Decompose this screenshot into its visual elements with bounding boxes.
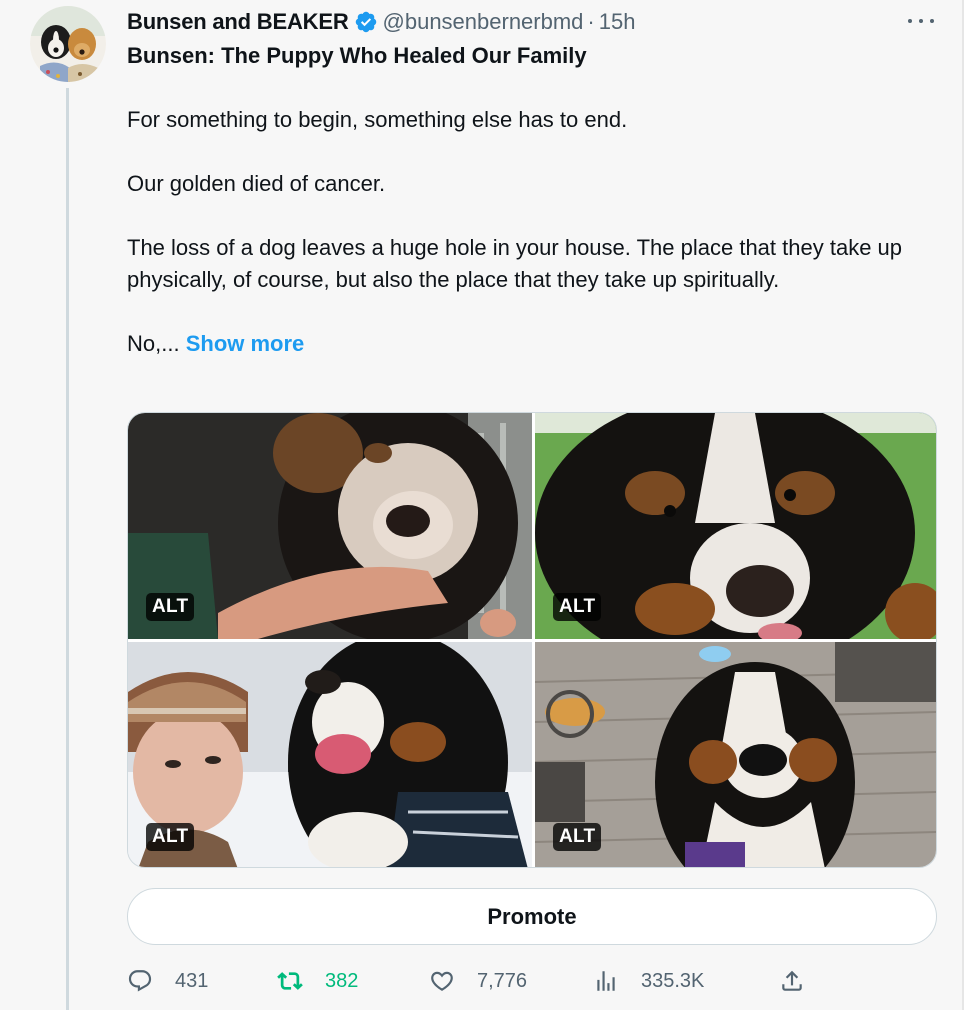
post-paragraph: The loss of a dog leaves a huge hole in …	[127, 235, 903, 292]
reply-count: 431	[175, 969, 209, 992]
views-button[interactable]: 335.3K	[593, 964, 704, 998]
heart-icon	[431, 971, 453, 991]
alt-badge[interactable]: ALT	[553, 823, 602, 851]
display-name[interactable]: Bunsen and BEAKER	[127, 9, 349, 35]
media-photo-3[interactable]: ALT	[128, 642, 532, 867]
truncated-text: No,...	[127, 331, 180, 356]
separator-dot: ·	[587, 9, 595, 34]
post-truncated-line: No,... Show more	[127, 328, 927, 360]
like-button[interactable]: 7,776	[429, 964, 527, 998]
media-grid: ALT ALT ALT ALT	[127, 412, 937, 868]
views-count: 335.3K	[641, 969, 705, 992]
alt-badge[interactable]: ALT	[146, 593, 195, 621]
show-more-link[interactable]: Show more	[186, 331, 305, 356]
post-body: For something to begin, something else h…	[127, 104, 927, 360]
media-photo-1[interactable]: ALT	[128, 413, 532, 639]
action-bar: 431 382 7,776 335.3K	[127, 964, 937, 998]
analytics-icon	[597, 971, 615, 991]
alt-badge[interactable]: ALT	[146, 823, 195, 851]
reply-button[interactable]: 431	[127, 964, 208, 998]
repost-button[interactable]: 382	[277, 964, 358, 998]
avatar-image	[30, 6, 106, 82]
post-timestamp[interactable]: 15h	[599, 9, 636, 35]
like-count: 7,776	[477, 969, 528, 992]
post-paragraph: For something to begin, something else h…	[127, 107, 628, 132]
verified-badge-icon[interactable]	[354, 10, 378, 34]
repost-icon	[277, 972, 303, 990]
share-button[interactable]	[779, 964, 805, 998]
thread-line	[66, 88, 69, 1010]
author-handle[interactable]: @bunsenbernerbmd	[383, 9, 584, 35]
reply-icon	[128, 970, 152, 992]
post-title: Bunsen: The Puppy Who Healed Our Family	[127, 43, 587, 68]
post-paragraph: Our golden died of cancer.	[127, 171, 386, 196]
more-options-icon[interactable]	[904, 10, 938, 32]
share-icon	[782, 970, 802, 991]
media-photo-4[interactable]: ALT	[535, 642, 936, 867]
promote-button[interactable]: Promote	[127, 888, 937, 945]
repost-count: 382	[325, 969, 359, 992]
avatar[interactable]	[30, 6, 106, 82]
media-photo-2[interactable]: ALT	[535, 413, 936, 639]
post-header: Bunsen and BEAKER @bunsenbernerbmd · 15h	[127, 8, 635, 36]
alt-badge[interactable]: ALT	[553, 593, 602, 621]
